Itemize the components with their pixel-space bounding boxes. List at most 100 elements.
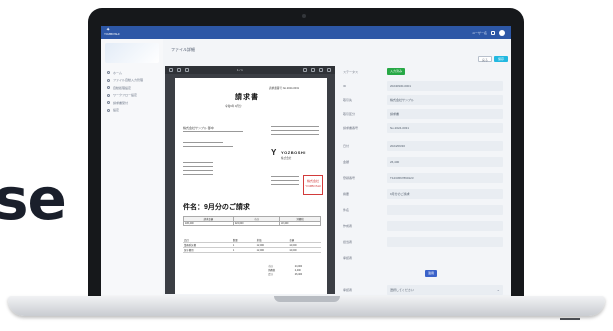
table-cell: ¥24,000 <box>232 221 281 226</box>
field-label: 金額 <box>343 160 350 164</box>
invoice-meta: 請求書番号 No.2024-0031 <box>269 87 300 90</box>
amount-field[interactable]: 26,400 <box>387 157 503 167</box>
sidebar-nav: ホーム ファイル自動入力管理 自動処理設定 ワークフロー設定 請求書受付 設定 <box>107 69 161 114</box>
notification-icon[interactable] <box>491 30 495 35</box>
rotate-icon[interactable] <box>303 68 307 72</box>
field-label: ID <box>343 84 346 88</box>
viewer-toolbar: 1 / 1 <box>165 66 335 74</box>
table-row: 合計 26,400 <box>267 272 321 277</box>
hero-text: se <box>0 165 67 233</box>
laptop-screen: ✦ YOZBOSHI ユーザー名 ホーム ファイル自動入力管理 自動処理設定 ワ… <box>101 26 511 296</box>
invoice-icon <box>107 101 110 105</box>
memo-field[interactable]: 9月分のご請求 <box>387 189 503 199</box>
sidebar-item-invoice[interactable]: 請求書受付 <box>107 99 161 107</box>
field-label: 請求書番号 <box>343 126 359 130</box>
divider <box>271 184 299 185</box>
field-label: 担当者 <box>343 240 353 244</box>
company-logo-icon: Y <box>271 148 277 157</box>
invoice-page: 請求書番号 No.2024-0031 請求書 令和6年 9月分 株式会社サンプル… <box>175 78 327 294</box>
toolbar-right <box>303 68 331 72</box>
invoice-client: 株式会社サンプル 御中 <box>183 126 214 130</box>
sidebar-item-label: 請求書受付 <box>113 100 129 105</box>
field-label: ステータス <box>343 70 359 74</box>
table-cell: 12,000 <box>255 247 289 253</box>
sidebar-item-label: ワークフロー設定 <box>113 93 138 98</box>
divider <box>183 162 213 163</box>
zoom-out-icon[interactable] <box>177 68 181 72</box>
laptop-notch <box>274 296 340 302</box>
creator-field[interactable] <box>387 221 503 231</box>
sidebar: ホーム ファイル自動入力管理 自動処理設定 ワークフロー設定 請求書受付 設定 <box>101 39 163 296</box>
field-label: 登録番号 <box>343 176 356 180</box>
approver-select[interactable]: 選択してください ⌄ <box>387 285 503 295</box>
invoice-period: 令和6年 9月分 <box>225 105 242 108</box>
divider <box>183 174 213 175</box>
invoice-title: 請求書 <box>235 94 259 101</box>
invoice-subject: 件名：9月分のご請求 <box>183 204 250 211</box>
divider <box>183 131 243 132</box>
decorative-line <box>560 318 580 320</box>
user-name: ユーザー名 <box>472 30 487 35</box>
date-field[interactable]: 2024/09/30 <box>387 141 503 151</box>
app-header: ✦ YOZBOSHI ユーザー名 <box>101 26 511 39</box>
category-field[interactable]: 請求書 <box>387 109 503 119</box>
back-button[interactable]: 戻る <box>478 56 492 62</box>
assignee-field[interactable] <box>387 237 503 247</box>
subject-field[interactable] <box>387 205 503 215</box>
divider <box>271 134 319 135</box>
menu-icon[interactable] <box>169 68 173 72</box>
id-field[interactable]: 20240930-0001 <box>387 81 503 91</box>
print-icon[interactable] <box>319 68 323 72</box>
stage: se ✦ YOZBOSHI ユーザー名 ホーム ファイル自動入力管理 自動処理設… <box>0 0 613 331</box>
sidebar-item-files[interactable]: ファイル自動入力管理 <box>107 77 161 85</box>
sidebar-item-home[interactable]: ホーム <box>107 69 161 77</box>
sidebar-item-settings[interactable]: 設定 <box>107 107 161 115</box>
divider <box>183 142 223 143</box>
invoice-number-field[interactable]: No.2024-0031 <box>387 123 503 133</box>
field-label: 取引区分 <box>343 112 356 116</box>
avatar[interactable] <box>499 29 505 36</box>
divider <box>271 130 319 131</box>
sidebar-item-label: 設定 <box>113 108 120 113</box>
home-icon <box>107 71 110 75</box>
totals-table: 小計 24,000 消費税 2,400 合計 26,400 <box>267 264 321 277</box>
divider <box>271 176 299 177</box>
table-cell: 12,000 <box>288 247 321 253</box>
divider <box>183 170 213 171</box>
table-cell: 合計 <box>268 273 273 276</box>
field-label: 摘要 <box>343 192 350 196</box>
sidebar-item-workflow[interactable]: ワークフロー設定 <box>107 92 161 100</box>
divider <box>183 166 213 167</box>
chevron-down-icon: ⌄ <box>496 287 500 292</box>
table-cell: 保守費用 <box>183 247 232 253</box>
zoom-in-icon[interactable] <box>185 68 189 72</box>
pdf-viewer: 1 / 1 請求書番号 No.2024-0031 請求書 令和6年 9月分 株式… <box>165 66 335 294</box>
select-value: 選択してください <box>390 288 414 292</box>
sidebar-item-label: ファイル自動入力管理 <box>113 78 144 83</box>
table-row: ¥26,400 ¥24,000 ¥2,400 <box>183 221 321 226</box>
laptop-base <box>8 296 605 316</box>
logo-text: YOZBOSHI <box>104 32 120 36</box>
field-label: 件名 <box>343 208 350 212</box>
company-name: YOZBOSHI <box>281 150 306 155</box>
download-icon[interactable] <box>311 68 315 72</box>
page-title: ファイル詳細 <box>171 47 195 52</box>
amount-table: 請求金額 小計 消費税 ¥26,400 ¥24,000 ¥2,400 <box>183 216 321 226</box>
field-label: 作成者 <box>343 224 353 228</box>
apply-button[interactable]: 適用 <box>425 270 437 277</box>
table-cell: 1 <box>231 247 256 253</box>
page-indicator: 1 / 1 <box>237 68 243 72</box>
registration-field[interactable]: T1234567890123 <box>387 173 503 183</box>
divider <box>271 180 299 181</box>
more-icon[interactable] <box>327 68 331 72</box>
table-cell: ¥2,400 <box>279 221 321 226</box>
sidebar-item-label: ホーム <box>113 70 122 75</box>
field-label: 取引先 <box>343 98 353 102</box>
sidebar-item-automation[interactable]: 自動処理設定 <box>107 84 161 92</box>
save-button[interactable]: 保存 <box>494 56 508 62</box>
company-stamp: 株式会社 YOZBOSHI <box>303 175 323 195</box>
settings-icon <box>107 108 110 112</box>
workflow-icon <box>107 93 110 97</box>
partner-field[interactable]: 株式会社サンプル <box>387 95 503 105</box>
items-table: 品目 数量 単価 金額 業務委託費 1 12,000 12,000 保守費用 1 <box>183 238 321 253</box>
